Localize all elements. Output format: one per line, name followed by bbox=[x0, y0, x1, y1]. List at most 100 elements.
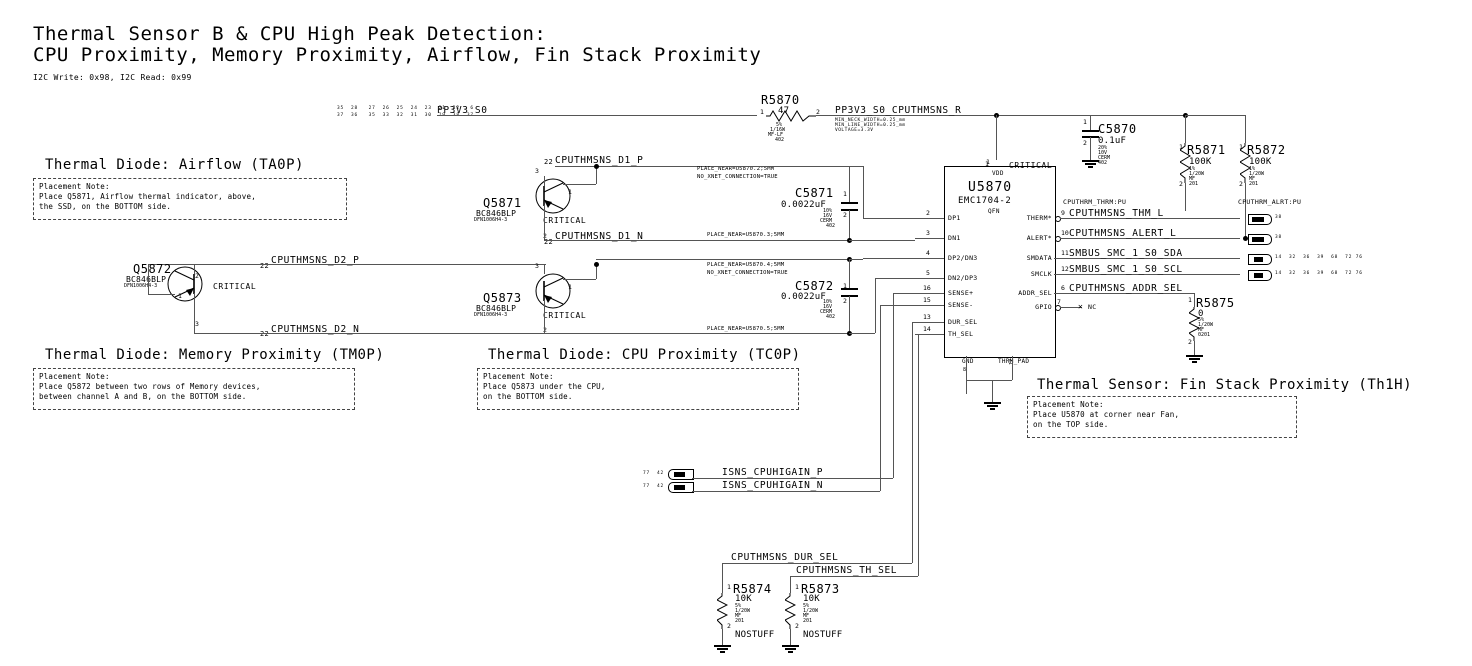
wire-r5871-top bbox=[1185, 115, 1186, 143]
label-critical-q5872: CRITICAL bbox=[213, 282, 257, 291]
place-near-2: PLACE_NEAR=U5870.3;5MM bbox=[707, 232, 785, 238]
pin-name: DN1 bbox=[948, 234, 961, 242]
offpage-ref-sda: 14 32 36 39 68 72 76 bbox=[1275, 255, 1363, 260]
note-line: Place Q5871, Airflow thermal indicator, … bbox=[39, 192, 256, 201]
wire-c5872-bottom bbox=[849, 296, 850, 333]
note-line: on the TOP side. bbox=[1033, 420, 1109, 429]
label-critical-q5871: CRITICAL bbox=[543, 216, 587, 225]
wire-th-sel-down bbox=[790, 576, 791, 593]
offpage-connector-alrt[interactable] bbox=[1248, 234, 1272, 245]
wire-d2-p bbox=[148, 264, 546, 265]
spec-r5872-size: 201 bbox=[1249, 181, 1259, 187]
ic-part-number: EMC1704-2 bbox=[958, 196, 1012, 206]
wire-d1-n bbox=[544, 240, 849, 241]
pin-name: DP1 bbox=[948, 214, 961, 222]
offpage-ref-scl: 14 32 36 39 68 72 76 bbox=[1275, 271, 1363, 276]
spec-c5872-size: 402 bbox=[826, 314, 836, 320]
wire-dur-sel-down bbox=[722, 563, 723, 593]
offpage-connector-isns-n[interactable] bbox=[668, 482, 694, 493]
note-line: Place Q5873 under the CPU, bbox=[483, 382, 606, 391]
netclass-cputhrm-alrt-pu: CPUTHRM_ALRT:PU bbox=[1238, 198, 1302, 206]
pin-number: 14 bbox=[923, 325, 931, 333]
offpage-connector-scl[interactable] bbox=[1248, 270, 1272, 281]
pin-r5870-1: 1 bbox=[760, 108, 764, 116]
pin-number: 16 bbox=[923, 284, 931, 292]
wire-c5871-bottom bbox=[849, 210, 850, 240]
ic-ref-u5870: U5870 bbox=[968, 180, 1013, 195]
pin-wire bbox=[915, 238, 944, 239]
wire-c5870-bottom bbox=[1090, 137, 1091, 160]
net-label: CPUTHMSNS_ALERT_L bbox=[1069, 228, 1177, 239]
pin-name: ALERT* bbox=[1026, 234, 1052, 242]
place-near-1: PLACE_NEAR=U5870.2;5MM bbox=[697, 166, 775, 172]
note-line: on the BOTTOM side. bbox=[483, 392, 573, 401]
page-title: Thermal Sensor B & CPU High Peak Detecti… bbox=[33, 23, 547, 45]
pin-q5871-1: 1 bbox=[568, 188, 572, 196]
wire-q5871-base bbox=[563, 184, 596, 185]
netclass-cputhrm-thrm-pu: CPUTHRM_THRM:PU bbox=[1063, 198, 1127, 206]
wire-dur-sel-join bbox=[912, 322, 915, 323]
pin-q5873-3: 3 bbox=[535, 262, 539, 270]
wire-to-dn1 bbox=[849, 240, 915, 241]
offpage-connector-sda[interactable] bbox=[1248, 254, 1272, 265]
stuff-r5873: NOSTUFF bbox=[803, 630, 843, 640]
pin-wire bbox=[915, 322, 944, 323]
net-label: CPUTHMSNS_THM_L bbox=[1069, 208, 1164, 219]
wire-dur-sel-h bbox=[722, 563, 912, 564]
pin-c5871-2: 2 bbox=[843, 211, 847, 219]
pin-number: 12 bbox=[1061, 265, 1069, 273]
ref-c5870: C5870 bbox=[1098, 122, 1137, 136]
value-c5872: 0.0022uF bbox=[781, 292, 826, 302]
pin-q5872-2: 2 bbox=[195, 272, 199, 280]
pin-r5875-1: 1 bbox=[1188, 296, 1192, 304]
wire-q5873-collector bbox=[544, 264, 545, 274]
wire-r5872-bottom bbox=[1245, 183, 1246, 239]
pin-r5872-1: 1 bbox=[1239, 143, 1243, 151]
ref-r5872: R5872 bbox=[1247, 143, 1286, 157]
junction-dot bbox=[594, 164, 599, 169]
pin-wire bbox=[915, 218, 944, 219]
offpage-ref-isns-p: 77 42 bbox=[643, 471, 665, 476]
wire-r5872-top bbox=[1245, 115, 1246, 143]
pin-name: THERM* bbox=[1026, 214, 1052, 222]
place-near-3: PLACE_NEAR=U5870.4;5MM bbox=[707, 262, 785, 268]
pin-q5871-3: 3 bbox=[535, 167, 539, 175]
ic-gnd-label: GND bbox=[962, 358, 974, 365]
offpage-ref-thm: 38 bbox=[1275, 215, 1283, 220]
package-q5873: DFN1006H4-3 bbox=[474, 312, 508, 318]
pin-number: 11 bbox=[1061, 249, 1069, 257]
wire-dur-sel-v bbox=[912, 322, 913, 563]
section-heading-memory: Thermal Diode: Memory Proximity (TM0P) bbox=[45, 347, 385, 363]
ref-r5871: R5871 bbox=[1187, 143, 1226, 157]
no-xnet-2: NO_XNET_CONNECTION=TRUE bbox=[707, 270, 788, 276]
netclass-voltage: VOLTAGE=3.3V bbox=[835, 128, 874, 133]
wire-vdd-down-to-u5870 bbox=[996, 115, 997, 160]
wire-th-sel-v bbox=[918, 334, 919, 576]
note-line: Placement Note: bbox=[39, 182, 110, 191]
page-subtitle-line: CPU Proximity, Memory Proximity, Airflow… bbox=[33, 44, 762, 66]
pin-number: 6 bbox=[1061, 284, 1065, 292]
pin-name: ADDR_SEL bbox=[1018, 289, 1052, 297]
section-heading-finstack: Thermal Sensor: Fin Stack Proximity (Th1… bbox=[1037, 377, 1413, 393]
pin-c5870-1: 1 bbox=[1083, 118, 1087, 126]
wire-q5872-base bbox=[148, 294, 175, 295]
ic-package: QFN bbox=[988, 208, 1000, 215]
offpage-connector-isns-p[interactable] bbox=[668, 469, 694, 480]
pin-q5872-1: 1 bbox=[178, 292, 182, 300]
wire-isns-p-up bbox=[893, 293, 894, 478]
nc-label: NC bbox=[1088, 303, 1097, 311]
pin-wire bbox=[915, 334, 944, 335]
wire-d2p-to-c5872 bbox=[596, 259, 849, 260]
pin-c5872-2: 2 bbox=[843, 297, 847, 305]
pin-name: SENSE+ bbox=[948, 289, 974, 297]
ref-r5870: R5870 bbox=[761, 93, 800, 107]
pin-r5871-2: 2 bbox=[1179, 180, 1183, 188]
pin-r5873-1: 1 bbox=[795, 583, 799, 591]
wire-c5872-top bbox=[849, 259, 850, 288]
note-line: Place U5870 at corner near Fan, bbox=[1033, 410, 1180, 419]
wire-gnd-stem bbox=[992, 380, 993, 402]
wire-isns-n bbox=[692, 491, 880, 492]
spec-r5873-size: 201 bbox=[803, 618, 813, 624]
offpage-connector-thm[interactable] bbox=[1248, 214, 1272, 225]
offpage-ref-d2n: 22 bbox=[260, 330, 270, 338]
